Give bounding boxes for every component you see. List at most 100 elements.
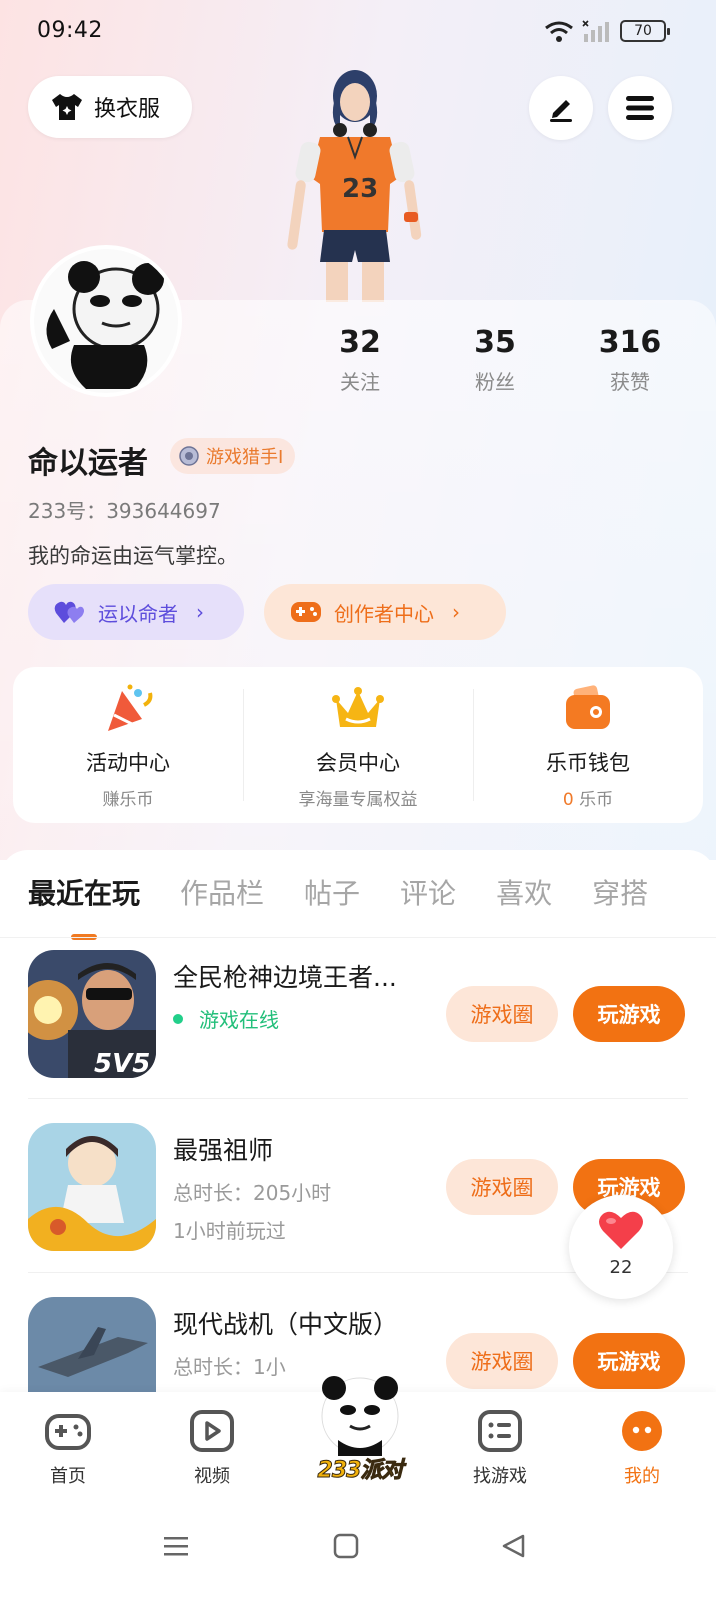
game-circle-button[interactable]: 游戏圈 — [446, 986, 558, 1042]
username: 命以运者 — [28, 446, 148, 481]
svg-text:5V5: 5V5 — [94, 1049, 150, 1078]
online-dot-icon — [173, 1013, 183, 1024]
menu-button[interactable] — [608, 76, 672, 140]
change-outfit-button[interactable]: 换衣服 — [28, 76, 192, 138]
battery-level: 70 — [634, 23, 652, 39]
user-bio: 我的命运由运气掌控。 — [28, 544, 238, 568]
shirt-icon — [52, 94, 82, 120]
home-square-icon[interactable] — [332, 1532, 360, 1560]
tab-works[interactable]: 作品栏 — [180, 872, 264, 912]
gamepad-nav-icon — [45, 1414, 91, 1450]
game-cover[interactable]: 5V5 — [28, 950, 156, 1078]
game-name: 最强祖师 — [173, 1136, 274, 1165]
online-status: 游戏在线 — [173, 1004, 279, 1033]
like-float-button[interactable]: 22 — [569, 1195, 673, 1299]
game-name: 现代战机（中文版） — [173, 1310, 399, 1339]
chevron-right-icon: › — [196, 600, 204, 624]
svg-text:23: 23 — [342, 174, 378, 204]
game-cover[interactable] — [28, 1123, 156, 1251]
stat-followers[interactable]: 35 粉丝 — [435, 325, 555, 395]
creator-center-button[interactable]: 创作者中心 › — [264, 584, 506, 640]
likes-count: 316 — [598, 325, 662, 360]
recent-apps-icon[interactable] — [162, 1532, 190, 1560]
nav-mine-label: 我的 — [624, 1466, 660, 1487]
tab-outfits[interactable]: 穿搭 — [592, 872, 648, 912]
activity-center[interactable]: 活动中心 赚乐币 — [13, 667, 243, 823]
tab-comments[interactable]: 评论 — [400, 872, 456, 912]
badge-label: 游戏猎手I — [206, 447, 284, 468]
nav-video[interactable]: 视频 — [162, 1410, 262, 1488]
online-status-label: 游戏在线 — [199, 1008, 279, 1032]
play-game-button[interactable]: 玩游戏 — [573, 1333, 685, 1389]
row-divider — [28, 1098, 688, 1099]
user-id-label: 233号： — [28, 499, 107, 523]
pencil-icon — [550, 100, 572, 122]
creator-center-label: 创作者中心 — [334, 601, 434, 626]
game-circle-button[interactable]: 游戏圈 — [446, 1159, 558, 1215]
chevron-right-icon: › — [452, 600, 460, 624]
tab-posts[interactable]: 帖子 — [304, 872, 360, 912]
nav-home-label: 首页 — [50, 1466, 86, 1487]
membership-center-subtitle: 享海量专属权益 — [298, 790, 418, 810]
video-play-icon — [190, 1410, 234, 1452]
status-bar: 09:42 70 — [0, 0, 716, 64]
fate-link-button[interactable]: 运以命者 › — [28, 584, 244, 640]
battery-indicator: 70 — [620, 20, 670, 42]
panda-avatar-image — [34, 249, 178, 393]
coin-wallet-subtitle: 0 乐币 — [473, 785, 703, 810]
profile-tabs: 最近在玩 作品栏 帖子 评论 喜欢 穿搭 — [28, 872, 688, 912]
gamepad-icon — [291, 602, 321, 622]
game-circle-button[interactable]: 游戏圈 — [446, 1333, 558, 1389]
followers-count: 35 — [474, 325, 516, 360]
play-duration: 总时长：205小时 — [173, 1181, 332, 1205]
activity-center-title: 活动中心 — [86, 751, 170, 775]
wifi-icon — [545, 21, 573, 42]
nav-video-label: 视频 — [194, 1466, 230, 1487]
coin-wallet-title: 乐币钱包 — [546, 751, 630, 775]
party-logo-text: 233派对 — [317, 1458, 404, 1484]
membership-center-title: 会员中心 — [316, 751, 400, 775]
services-card: 活动中心 赚乐币 会员中心 享海量专属权益 乐币钱包 0 乐币 — [13, 667, 703, 823]
user-id-value: 393644697 — [106, 499, 221, 523]
panda-party-icon — [321, 1376, 399, 1456]
party-popper-icon — [108, 684, 153, 731]
play-game-button[interactable]: 玩游戏 — [573, 986, 685, 1042]
nav-party[interactable]: 233派对 — [305, 1370, 415, 1490]
last-played: 1小时前玩过 — [173, 1219, 286, 1243]
coin-balance: 0 — [562, 790, 574, 810]
game-row[interactable]: 5V5 全民枪神边境王者... 游戏在线 游戏圈 玩游戏 — [28, 950, 688, 1080]
status-time: 09:42 — [37, 18, 103, 43]
nav-find-games[interactable]: 找游戏 — [450, 1410, 550, 1488]
following-count: 32 — [339, 325, 381, 360]
edit-button[interactable] — [529, 76, 593, 140]
avatar-character[interactable]: 23 — [270, 62, 440, 302]
membership-center[interactable]: 会员中心 享海量专属权益 — [243, 667, 473, 823]
back-triangle-icon[interactable] — [500, 1532, 528, 1560]
nav-mine[interactable]: 我的 — [592, 1410, 692, 1488]
likes-label: 获赞 — [610, 370, 650, 394]
user-avatar[interactable] — [30, 245, 182, 397]
list-icon — [478, 1410, 522, 1452]
title-badge[interactable]: 游戏猎手I — [170, 438, 296, 474]
coin-unit: 乐币 — [573, 790, 614, 810]
tab-recently-played[interactable]: 最近在玩 — [28, 872, 140, 912]
badge-emblem-icon — [179, 446, 199, 466]
wallet-icon — [566, 685, 610, 729]
game-cover-image: 5V5 — [28, 950, 156, 1078]
profile-stats: 32 关注 35 粉丝 316 获赞 — [300, 325, 690, 395]
change-outfit-label: 换衣服 — [94, 97, 161, 122]
game-cover[interactable] — [28, 1297, 156, 1392]
nav-home[interactable]: 首页 — [18, 1410, 118, 1488]
profile-face-icon — [622, 1411, 662, 1451]
tab-likes[interactable]: 喜欢 — [496, 872, 552, 912]
play-duration: 总时长：1小 — [173, 1355, 286, 1379]
following-label: 关注 — [340, 370, 380, 394]
stat-likes[interactable]: 316 获赞 — [570, 325, 690, 395]
status-icons: 70 — [544, 20, 670, 42]
heart-pair-icon — [54, 601, 84, 623]
stat-following[interactable]: 32 关注 — [300, 325, 420, 395]
followers-label: 粉丝 — [475, 370, 515, 394]
fate-link-label: 运以命者 — [98, 601, 178, 626]
coin-wallet[interactable]: 乐币钱包 0 乐币 — [473, 667, 703, 823]
nav-find-games-label: 找游戏 — [473, 1466, 527, 1487]
